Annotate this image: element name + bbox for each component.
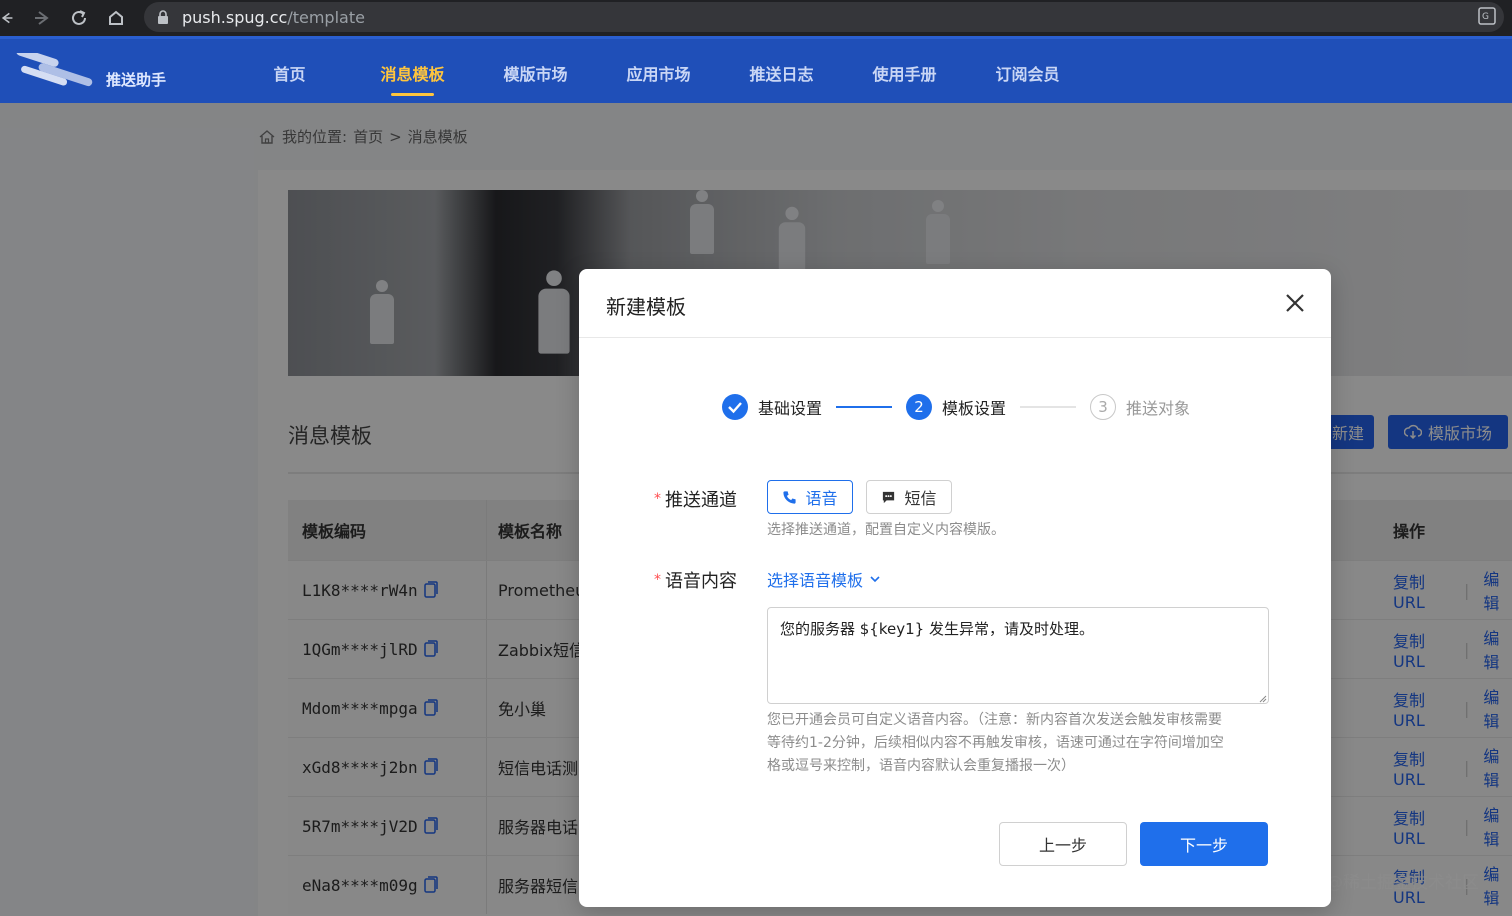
- step-target: 3 推送对象: [1090, 394, 1190, 420]
- close-icon[interactable]: [1283, 291, 1307, 315]
- voice-label: * 语音内容: [654, 567, 737, 593]
- resize-grip-icon[interactable]: [1257, 693, 1267, 703]
- channel-sms-button[interactable]: 短信: [866, 480, 952, 514]
- step-connector: [836, 406, 893, 408]
- url-host: push.spug.cc: [182, 7, 288, 27]
- dialog-title: 新建模板: [606, 295, 686, 319]
- channel-sms-label: 短信: [904, 489, 937, 508]
- url-path: /template: [287, 7, 365, 27]
- prev-step-button[interactable]: 上一步: [999, 822, 1127, 866]
- app-header: 推送助手 首页 消息模板 模版市场 应用市场 推送日志 使用手册 订阅会员: [0, 36, 1512, 103]
- voice-hint: 您已开通会员可自定义语音内容。（注意：新内容首次发送会触发审核需要 等待约1-2…: [767, 709, 1277, 778]
- reload-icon: [72, 10, 86, 25]
- dialog-header: 新建模板: [579, 269, 1331, 338]
- voice-label-text: 语音内容: [665, 571, 737, 592]
- step-number: 2: [906, 394, 933, 420]
- menu-item-templates[interactable]: 消息模板: [351, 39, 474, 106]
- select-voice-template[interactable]: 选择语音模板: [767, 567, 881, 591]
- logo: [16, 53, 93, 87]
- menu-item-home[interactable]: 首页: [228, 39, 351, 106]
- menu-item-template-market[interactable]: 模版市场: [474, 39, 597, 106]
- voice-hint-line: 您已开通会员可自定义语音内容。（注意：新内容首次发送会触发审核需要: [767, 712, 1222, 728]
- menu-item-membership[interactable]: 订阅会员: [966, 39, 1089, 106]
- step-label: 基础设置: [758, 399, 823, 418]
- back-button[interactable]: [0, 0, 14, 36]
- menu-item-app-market[interactable]: 应用市场: [597, 39, 720, 106]
- step-template: 2 模板设置: [906, 394, 1006, 420]
- address-bar[interactable]: push.spug.cc/template: [144, 2, 1504, 32]
- step-number: 3: [1090, 394, 1117, 420]
- step-connector: [1020, 406, 1077, 408]
- home-button[interactable]: [98, 0, 134, 36]
- voice-hint-line: 格或逗号来控制，语音内容默认会重复播报一次）: [767, 758, 1075, 774]
- channel-label-text: 推送通道: [665, 490, 737, 511]
- brand-name: 推送助手: [106, 71, 167, 89]
- menu-item-manual[interactable]: 使用手册: [843, 39, 966, 106]
- required-mark: *: [654, 491, 661, 507]
- voice-content-textarea[interactable]: [767, 607, 1269, 704]
- reload-button[interactable]: [61, 0, 97, 36]
- message-icon: [883, 491, 895, 503]
- arrow-left-icon: [1, 12, 13, 24]
- phone-icon: [783, 490, 797, 504]
- home-icon: [109, 10, 123, 25]
- svg-text:G: G: [1482, 12, 1489, 22]
- select-voice-template-label: 选择语音模板: [767, 571, 864, 590]
- check-icon: [722, 394, 748, 420]
- voice-hint-line: 等待约1-2分钟，后续相似内容不再触发审核，语速可通过在字符间增加空: [767, 735, 1224, 751]
- step-label: 推送对象: [1126, 399, 1191, 418]
- chevron-down-icon: [870, 576, 880, 583]
- required-mark: *: [654, 572, 661, 588]
- steps: 基础设置 2 模板设置 3 推送对象: [722, 394, 1190, 420]
- arrow-right-icon: [35, 11, 49, 25]
- menu-item-push-log[interactable]: 推送日志: [720, 39, 843, 106]
- new-template-dialog: 新建模板 基础设置 2 模板设置 3 推送对象 * 推送通道 语音 短信 选择推…: [579, 269, 1331, 907]
- step-label: 模板设置: [942, 399, 1007, 418]
- channel-hint: 选择推送通道，配置自定义内容模版。: [767, 522, 1005, 538]
- browser-toolbar: push.spug.cc/template G: [0, 0, 1512, 36]
- lock-icon: [158, 10, 168, 24]
- channel-voice-button[interactable]: 语音: [767, 480, 853, 514]
- translate-icon[interactable]: G: [1478, 7, 1496, 25]
- next-step-button[interactable]: 下一步: [1140, 822, 1268, 866]
- step-basic: 基础设置: [722, 394, 822, 420]
- main-menu: 首页 消息模板 模版市场 应用市场 推送日志 使用手册 订阅会员: [228, 39, 1089, 106]
- channel-voice-label: 语音: [805, 489, 838, 508]
- forward-button[interactable]: [24, 0, 60, 36]
- channel-label: * 推送通道: [654, 486, 737, 512]
